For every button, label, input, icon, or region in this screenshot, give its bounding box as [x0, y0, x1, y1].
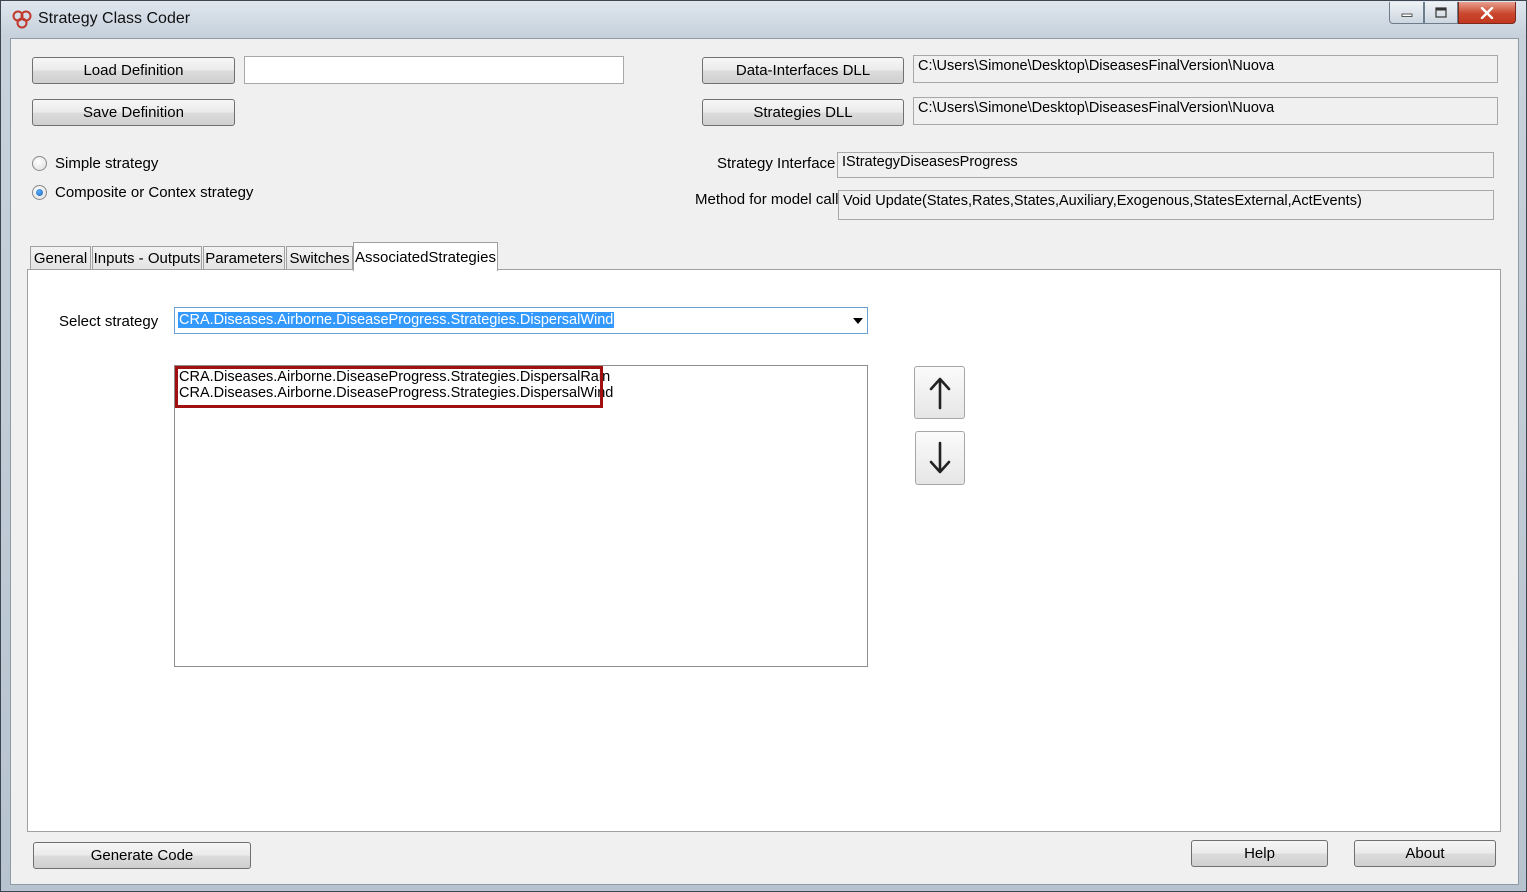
radio-simple-indicator[interactable]	[32, 156, 47, 171]
help-button[interactable]: Help	[1191, 840, 1328, 867]
close-button[interactable]	[1458, 2, 1516, 24]
tab-associated-strategies[interactable]: AssociatedStrategies	[353, 242, 498, 271]
move-down-button[interactable]	[915, 431, 965, 485]
load-definition-button[interactable]: Load Definition	[32, 57, 235, 84]
method-call-label: Method for model call	[695, 191, 839, 208]
app-icon	[12, 10, 32, 29]
maximize-icon	[1435, 7, 1447, 18]
definition-path-field[interactable]	[244, 56, 624, 84]
data-interfaces-dll-path[interactable]: C:\Users\Simone\Desktop\DiseasesFinalVer…	[913, 55, 1498, 83]
selected-strategy-value: CRA.Diseases.Airborne.DiseaseProgress.St…	[178, 312, 615, 328]
main-window: Strategy Class Coder Load Definition Sav…	[0, 0, 1527, 892]
arrow-down-icon	[929, 441, 951, 474]
strategy-interface-field[interactable]: IStrategyDiseasesProgress	[837, 152, 1494, 178]
minimize-icon	[1401, 13, 1412, 17]
list-item[interactable]: CRA.Diseases.Airborne.DiseaseProgress.St…	[179, 369, 610, 385]
strategies-dll-button[interactable]: Strategies DLL	[702, 99, 904, 126]
close-icon	[1480, 6, 1494, 19]
radio-composite-strategy[interactable]: Composite or Contex strategy	[32, 184, 253, 201]
associated-strategies-list[interactable]: CRA.Diseases.Airborne.DiseaseProgress.St…	[174, 365, 868, 667]
select-strategy-combobox[interactable]: CRA.Diseases.Airborne.DiseaseProgress.St…	[174, 307, 868, 334]
associated-strategies-panel: Select strategy CRA.Diseases.Airborne.Di…	[27, 269, 1501, 832]
strategies-dll-path[interactable]: C:\Users\Simone\Desktop\DiseasesFinalVer…	[913, 97, 1498, 125]
client-area: Load Definition Save Definition Data-Int…	[10, 38, 1519, 885]
tab-general[interactable]: General	[30, 246, 91, 270]
window-title: Strategy Class Coder	[38, 10, 191, 27]
tab-switches[interactable]: Switches	[286, 246, 353, 270]
save-definition-button[interactable]: Save Definition	[32, 99, 235, 126]
method-call-field[interactable]: Void Update(States,Rates,States,Auxiliar…	[838, 190, 1494, 220]
arrow-up-icon	[929, 377, 950, 409]
select-strategy-label: Select strategy	[59, 313, 159, 330]
radio-composite-indicator[interactable]	[32, 185, 47, 200]
list-item[interactable]: CRA.Diseases.Airborne.DiseaseProgress.St…	[179, 385, 613, 401]
about-button[interactable]: About	[1354, 840, 1496, 867]
strategy-interface-label: Strategy Interface	[717, 155, 836, 172]
radio-composite-label: Composite or Contex strategy	[55, 184, 254, 201]
maximize-button[interactable]	[1424, 2, 1458, 24]
move-up-button[interactable]	[914, 366, 965, 419]
radio-simple-strategy[interactable]: Simple strategy	[32, 155, 158, 172]
tab-inputs-outputs[interactable]: Inputs - Outputs	[92, 246, 202, 270]
dropdown-arrow-icon[interactable]	[853, 318, 863, 324]
tab-parameters[interactable]: Parameters	[203, 246, 285, 270]
generate-code-button[interactable]: Generate Code	[33, 842, 251, 869]
radio-simple-label: Simple strategy	[55, 155, 159, 172]
data-interfaces-dll-button[interactable]: Data-Interfaces DLL	[702, 57, 904, 84]
title-bar[interactable]: Strategy Class Coder	[1, 1, 1526, 37]
minimize-button[interactable]	[1389, 2, 1424, 24]
